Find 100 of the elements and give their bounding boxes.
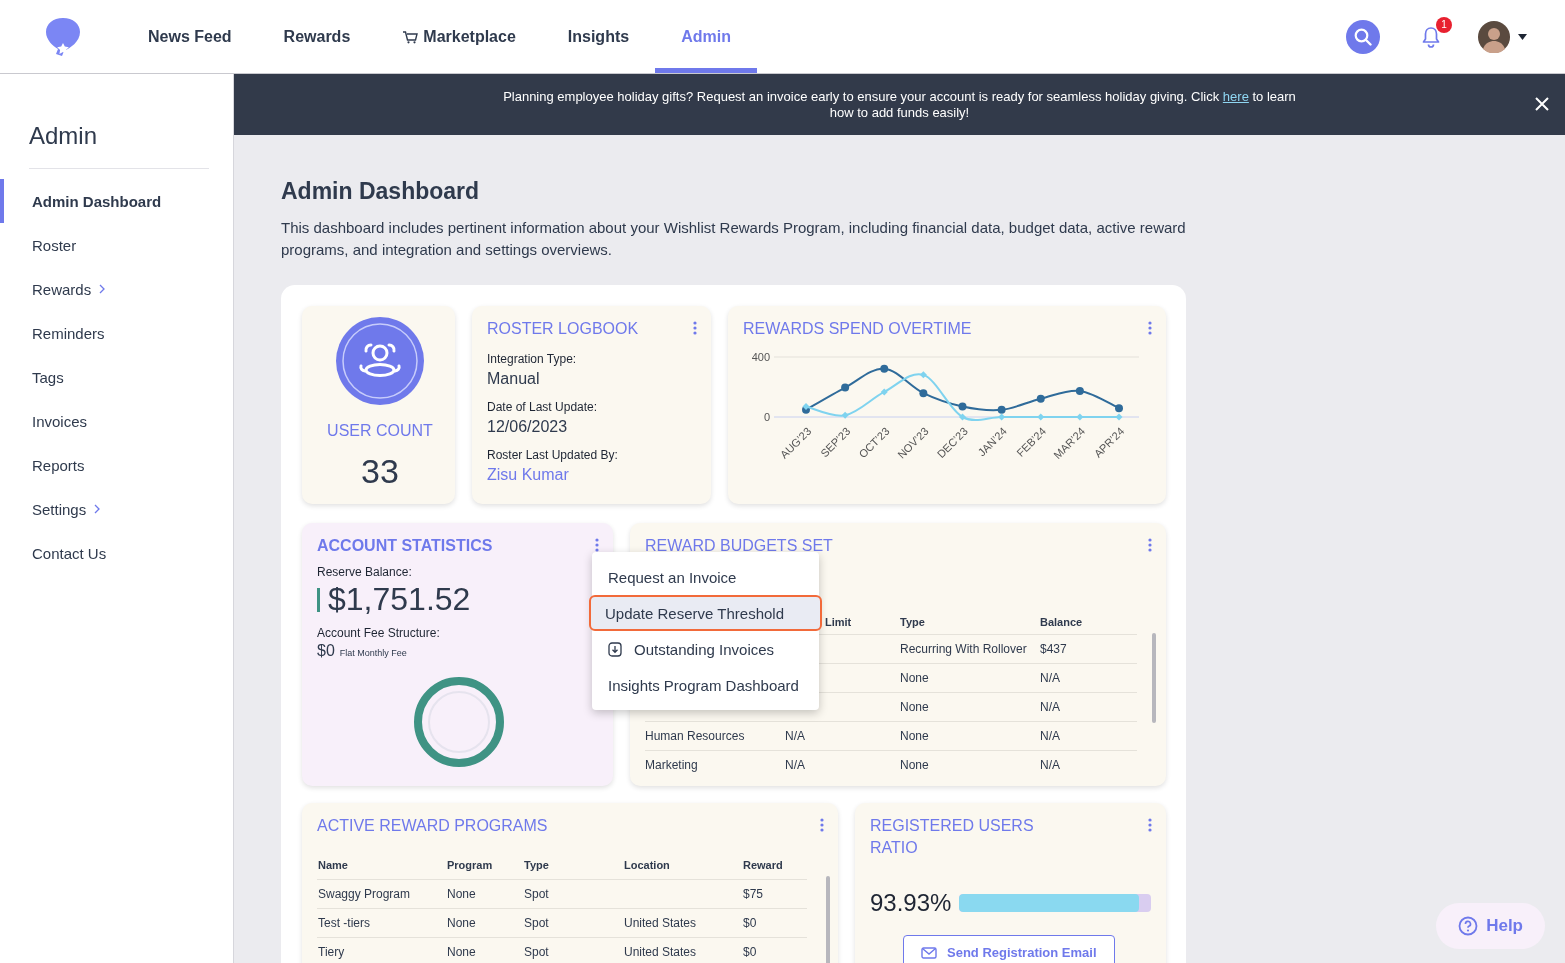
page-description: This dashboard includes pertinent information about your Wishlist Rewards Program, including financial data, budget data, active reward programs, and integration and settings overviews. [281, 218, 1187, 260]
table-cell-text: Marketing [645, 758, 699, 772]
table-cell-text: Spot [524, 887, 550, 901]
table-cell-text: $437 [1040, 642, 1068, 656]
data-point [919, 371, 927, 379]
fee-note: Flat Monthly Fee [339, 648, 407, 658]
users-icon [335, 316, 425, 406]
nav-tab[interactable]: Insights [541, 0, 656, 73]
table-cell-text: Swaggy Program [318, 887, 412, 901]
field-label: Account Fee Structure: [317, 626, 441, 640]
column-header: Limit [824, 615, 853, 628]
table-cell-text: $0 [743, 916, 758, 930]
table-cell-text: None [447, 916, 477, 930]
sidebar-item[interactable]: Rewards [0, 267, 233, 311]
nav-tab[interactable]: Rewards [257, 0, 377, 73]
axis-tick-label: 0 [763, 411, 770, 423]
here-link[interactable]: here [1222, 88, 1249, 104]
table-cell-text: Tiery [318, 945, 346, 959]
table-cell-text: Spot [524, 916, 550, 930]
send-email-button[interactable]: Send Registration Email [903, 935, 1115, 963]
close-button[interactable] [1534, 96, 1550, 112]
sidebar-item[interactable]: Invoices [0, 399, 233, 443]
table-cell-text: None [447, 945, 477, 959]
data-point [1076, 413, 1084, 421]
table-cell-text: None [900, 729, 930, 743]
card-title: ACTIVE REWARD PROGRAMS [317, 816, 548, 836]
table-cell-text: N/A [785, 729, 806, 743]
data-point [997, 405, 1006, 414]
column-header: Name [318, 859, 349, 871]
column-header: Type [900, 615, 926, 628]
table-cell-text: None [900, 700, 930, 714]
data-point [959, 413, 966, 421]
menu-item[interactable]: Update Reserve Threshold [589, 595, 822, 631]
more-options-button[interactable] [1146, 320, 1154, 336]
nav-tab[interactable]: Marketplace [376, 0, 542, 73]
banner-message: Planning employee holiday gifts? Request an invoice early to ensure your account is ready for seamless holiday giving. Click here to learn how to add funds easily! [502, 88, 1297, 121]
table-cell-text: None [900, 671, 930, 685]
data-point [880, 364, 889, 373]
cart-icon [402, 29, 419, 44]
sidebar-item[interactable]: Contact Us [0, 531, 233, 575]
data-point [1075, 386, 1084, 395]
search-button[interactable] [1346, 19, 1380, 54]
fee-amount: $0 [317, 642, 335, 660]
field-label: Date of Last Update: [487, 400, 599, 414]
column-header: Balance [1040, 615, 1084, 628]
sidebar-item[interactable]: Tags [0, 355, 233, 399]
table-cell-text: N/A [1040, 700, 1061, 714]
field-value: 12/06/2023 [487, 418, 569, 436]
table-cell-text: N/A [785, 758, 806, 772]
sidebar-item[interactable]: Roster [0, 223, 233, 267]
data-point [919, 389, 928, 398]
table-cell-text: None [900, 758, 930, 772]
field-label: Integration Type: [487, 352, 578, 366]
more-options-button[interactable] [1146, 537, 1154, 553]
more-options-button[interactable] [1146, 817, 1154, 833]
download-icon [608, 641, 622, 657]
table-cell-text: United States [624, 945, 698, 959]
scrollbar[interactable] [1152, 633, 1156, 723]
table-cell-text: N/A [1040, 729, 1061, 743]
more-options-button[interactable] [691, 320, 699, 336]
table-cell-text: United States [624, 916, 698, 930]
data-point [880, 388, 888, 396]
sidebar-item[interactable]: Admin Dashboard [0, 179, 233, 223]
column-header: Reward [743, 859, 784, 871]
scrollbar[interactable] [826, 876, 830, 963]
sidebar-item[interactable]: Reminders [0, 311, 233, 355]
sidebar-item[interactable]: Reports [0, 443, 233, 487]
column-header: Program [447, 859, 494, 871]
bell-icon [1421, 25, 1441, 48]
balloon-logo-icon [44, 15, 82, 58]
table-cell-text: Recurring With Rollover [900, 642, 1028, 656]
field-value: Manual [487, 370, 541, 388]
close-icon [1534, 96, 1550, 112]
sidebar-item[interactable]: Settings [0, 487, 233, 531]
column-header: Type [524, 859, 550, 871]
notification-badge: 1 [1436, 16, 1452, 33]
table-cell-text: $0 [743, 945, 758, 959]
notifications-button[interactable] [1420, 24, 1442, 49]
nav-tab[interactable]: News Feed [122, 0, 258, 73]
menu-item[interactable]: Insights Program Dashboard [592, 667, 819, 703]
user-link[interactable]: Zisu Kumar [487, 466, 699, 484]
menu-item[interactable]: Request an Invoice [592, 559, 819, 595]
user-count-label: USER COUNT [327, 422, 433, 440]
profile-menu-button[interactable] [1478, 20, 1527, 53]
card-title: REGISTERED USERS RATIO [870, 816, 1035, 858]
reserve-balance: $1,751.52 [328, 581, 471, 618]
avatar-icon [1478, 20, 1510, 53]
more-options-button[interactable] [818, 817, 826, 833]
search-icon [1354, 27, 1372, 46]
data-point [841, 411, 849, 419]
table-cell-text: Human Resources [645, 729, 746, 743]
card-title: REWARDS SPEND OVERTIME [743, 319, 972, 339]
sidebar-title: Admin [29, 122, 209, 169]
balance-indicator [317, 587, 320, 612]
menu-item[interactable]: Outstanding Invoices [592, 631, 819, 667]
field-label: Roster Last Updated By: [487, 448, 619, 462]
table-cell-text: Spot [524, 945, 550, 959]
caret-icon [1518, 33, 1527, 40]
data-point [958, 402, 967, 411]
page-title: Admin Dashboard [281, 178, 481, 205]
